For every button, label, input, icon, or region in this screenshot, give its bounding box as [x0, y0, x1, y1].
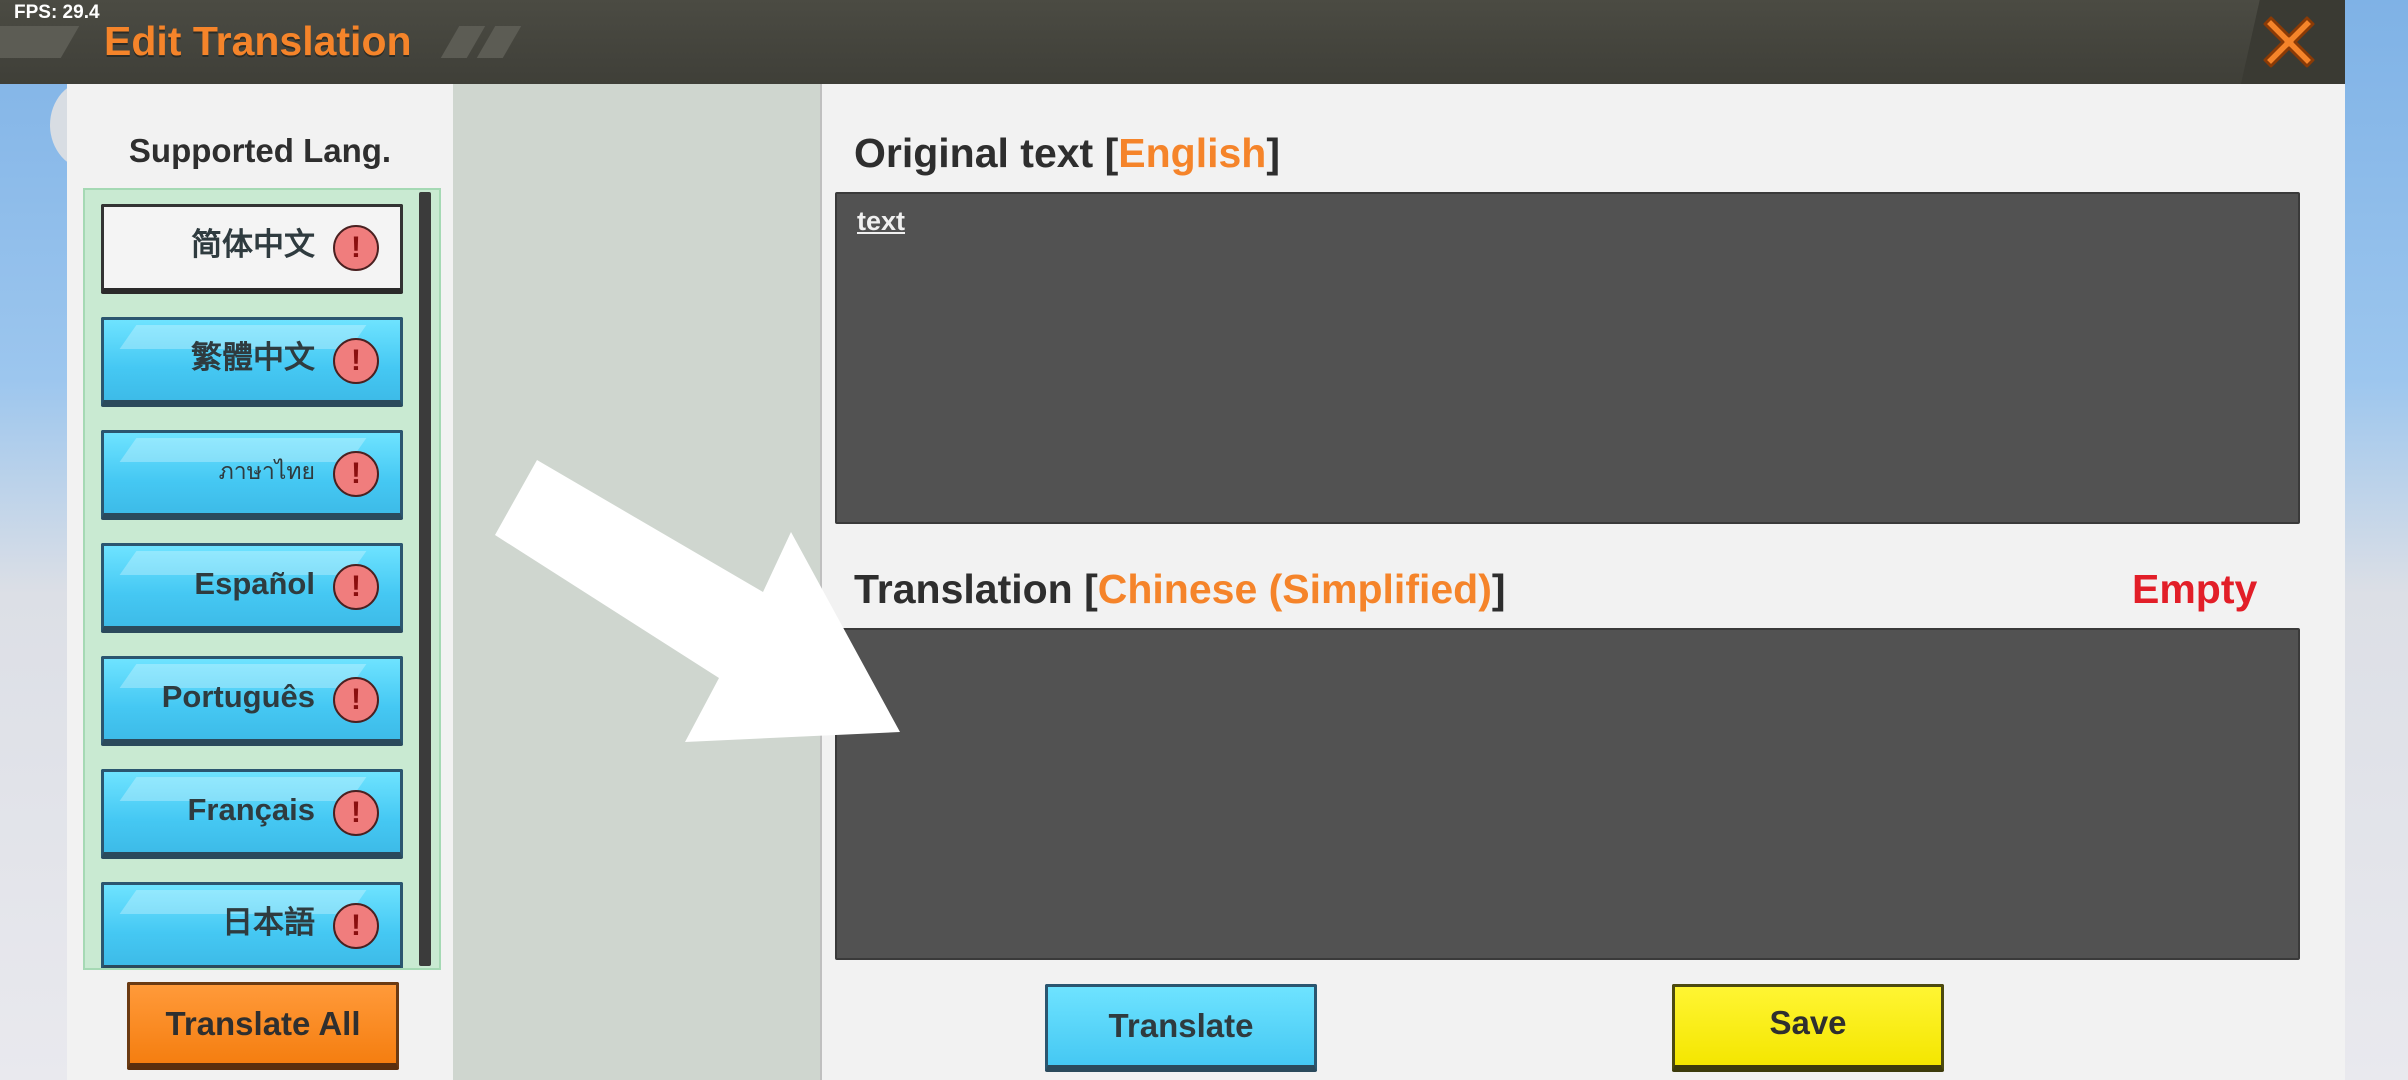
translation-panel: Supported Lang. 简体中文 ! 繁體中文 ! ภาษาไทย ! … [67, 84, 2345, 1080]
language-item-th[interactable]: ภาษาไทย ! [101, 430, 403, 520]
save-button[interactable]: Save [1672, 984, 1944, 1072]
scrollbar[interactable] [419, 192, 431, 966]
alert-icon: ! [333, 225, 379, 271]
alert-icon: ! [333, 903, 379, 949]
language-item-zh-hans[interactable]: 简体中文 ! [101, 204, 403, 294]
language-item-fr[interactable]: Français ! [101, 769, 403, 859]
language-item-ja[interactable]: 日本語 ! [101, 882, 403, 968]
language-label: Español [194, 566, 315, 601]
heading-prefix: Original text [ [854, 130, 1119, 176]
language-list[interactable]: 简体中文 ! 繁體中文 ! ภาษาไทย ! Español ! Portug… [83, 188, 441, 970]
alert-icon: ! [333, 677, 379, 723]
language-item-es[interactable]: Español ! [101, 543, 403, 633]
translation-heading: Translation [Chinese (Simplified)] [854, 566, 1506, 613]
language-label: Português [161, 679, 315, 714]
fps-counter: FPS: 29.4 [14, 2, 100, 23]
alert-icon: ! [333, 451, 379, 497]
target-language: Chinese (Simplified) [1097, 566, 1492, 612]
page-title: Edit Translation [104, 18, 412, 64]
translate-all-button[interactable]: Translate All [127, 982, 399, 1070]
heading-suffix: ] [1491, 566, 1506, 612]
language-sidebar: Supported Lang. 简体中文 ! 繁體中文 ! ภาษาไทย ! … [67, 84, 455, 1080]
original-text-box: text [835, 192, 2300, 524]
alert-icon: ! [333, 564, 379, 610]
header-decoration [476, 26, 522, 58]
language-label: Français [187, 792, 315, 827]
sidebar-title: Supported Lang. [128, 132, 392, 169]
language-item-zh-hant[interactable]: 繁體中文 ! [101, 317, 403, 407]
translate-button[interactable]: Translate [1045, 984, 1317, 1072]
language-item-pt[interactable]: Português ! [101, 656, 403, 746]
source-language: English [1118, 130, 1267, 176]
translation-input[interactable] [835, 628, 2300, 960]
title-bar: Edit Translation [0, 0, 2345, 84]
language-label: 日本語 [222, 905, 315, 940]
alert-icon: ! [333, 790, 379, 836]
close-icon[interactable] [2257, 10, 2321, 74]
language-label: 繁體中文 [191, 340, 315, 375]
language-label: ภาษาไทย [218, 458, 315, 484]
translation-editor: Original text [English] text Translation… [820, 84, 2345, 1080]
tutorial-arrow-icon [495, 460, 900, 742]
header-decoration [0, 26, 80, 58]
alert-icon: ! [333, 338, 379, 384]
heading-suffix: ] [1266, 130, 1280, 176]
original-text-content: text [857, 206, 906, 236]
original-text-heading: Original text [English] [854, 130, 1280, 177]
translation-status: Empty [2132, 566, 2258, 612]
language-label: 简体中文 [191, 227, 315, 262]
